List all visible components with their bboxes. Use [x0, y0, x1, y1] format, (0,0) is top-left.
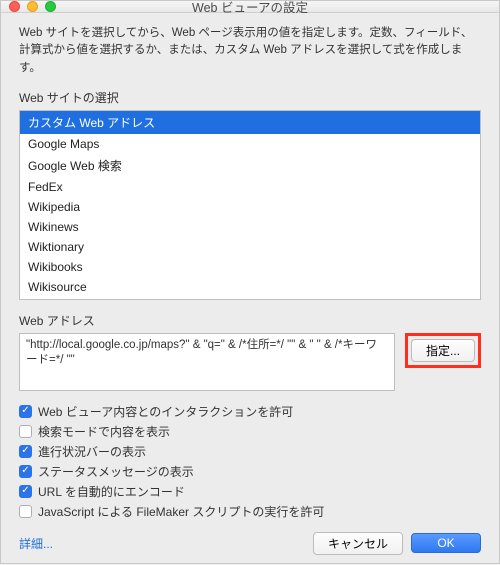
- site-section-label: Web サイトの選択: [19, 89, 481, 106]
- site-listbox[interactable]: カスタム Web アドレスGoogle MapsGoogle Web 検索Fed…: [19, 110, 481, 300]
- checkbox-label: URL を自動的にエンコード: [38, 483, 185, 500]
- list-item[interactable]: Wikinews: [20, 217, 480, 237]
- checkbox-label: 検索モードで内容を表示: [38, 423, 170, 440]
- checkbox-icon[interactable]: ✓: [19, 485, 32, 498]
- address-input[interactable]: "http://local.google.co.jp/maps?" & "q="…: [19, 333, 395, 391]
- checkbox-label: JavaScript による FileMaker スクリプトの実行を許可: [38, 503, 324, 520]
- ok-button[interactable]: OK: [411, 533, 481, 553]
- address-row: "http://local.google.co.jp/maps?" & "q="…: [19, 333, 481, 391]
- checkbox-label: ステータスメッセージの表示: [38, 463, 194, 480]
- list-item[interactable]: Google Web 検索: [20, 154, 480, 177]
- titlebar: Web ビューアの設定: [1, 1, 499, 13]
- checkbox-icon[interactable]: ✓: [19, 465, 32, 478]
- settings-window: Web ビューアの設定 Web サイトを選択してから、Web ページ表示用の値を…: [0, 0, 500, 564]
- checkbox-row[interactable]: 検索モードで内容を表示: [19, 423, 481, 440]
- list-item[interactable]: Wikipedia: [20, 197, 480, 217]
- checkbox-icon[interactable]: [19, 425, 32, 438]
- list-item[interactable]: FedEx: [20, 177, 480, 197]
- address-section-label: Web アドレス: [19, 312, 481, 329]
- checkbox-label: 進行状況バーの表示: [38, 443, 146, 460]
- checkbox-row[interactable]: ✓ ステータスメッセージの表示: [19, 463, 481, 480]
- description-text: Web サイトを選択してから、Web ページ表示用の値を指定します。定数、フィー…: [19, 25, 481, 77]
- cancel-button[interactable]: キャンセル: [313, 532, 403, 555]
- details-link[interactable]: 詳細...: [19, 535, 53, 552]
- checkbox-group: ✓ Web ビューア内容とのインタラクションを許可検索モードで内容を表示 ✓ 進行状況…: [19, 403, 481, 520]
- specify-highlight: 指定...: [405, 333, 481, 368]
- list-item[interactable]: Wikisource: [20, 277, 480, 297]
- checkbox-row[interactable]: ✓ Web ビューア内容とのインタラクションを許可: [19, 403, 481, 420]
- checkbox-icon[interactable]: [19, 505, 32, 518]
- checkbox-icon[interactable]: ✓: [19, 445, 32, 458]
- checkbox-icon[interactable]: ✓: [19, 405, 32, 418]
- list-item[interactable]: Wiktionary: [20, 237, 480, 257]
- window-title: Web ビューアの設定: [1, 0, 499, 16]
- specify-button[interactable]: 指定...: [411, 339, 475, 362]
- list-item[interactable]: Wikibooks: [20, 257, 480, 277]
- checkbox-row[interactable]: ✓ URL を自動的にエンコード: [19, 483, 481, 500]
- checkbox-row[interactable]: JavaScript による FileMaker スクリプトの実行を許可: [19, 503, 481, 520]
- list-item[interactable]: Google Maps: [20, 134, 480, 154]
- checkbox-row[interactable]: ✓ 進行状況バーの表示: [19, 443, 481, 460]
- content-area: Web サイトを選択してから、Web ページ表示用の値を指定します。定数、フィー…: [1, 13, 499, 565]
- footer: 詳細... キャンセル OK: [19, 526, 481, 555]
- list-item[interactable]: カスタム Web アドレス: [20, 111, 480, 134]
- checkbox-label: Web ビューア内容とのインタラクションを許可: [38, 403, 293, 420]
